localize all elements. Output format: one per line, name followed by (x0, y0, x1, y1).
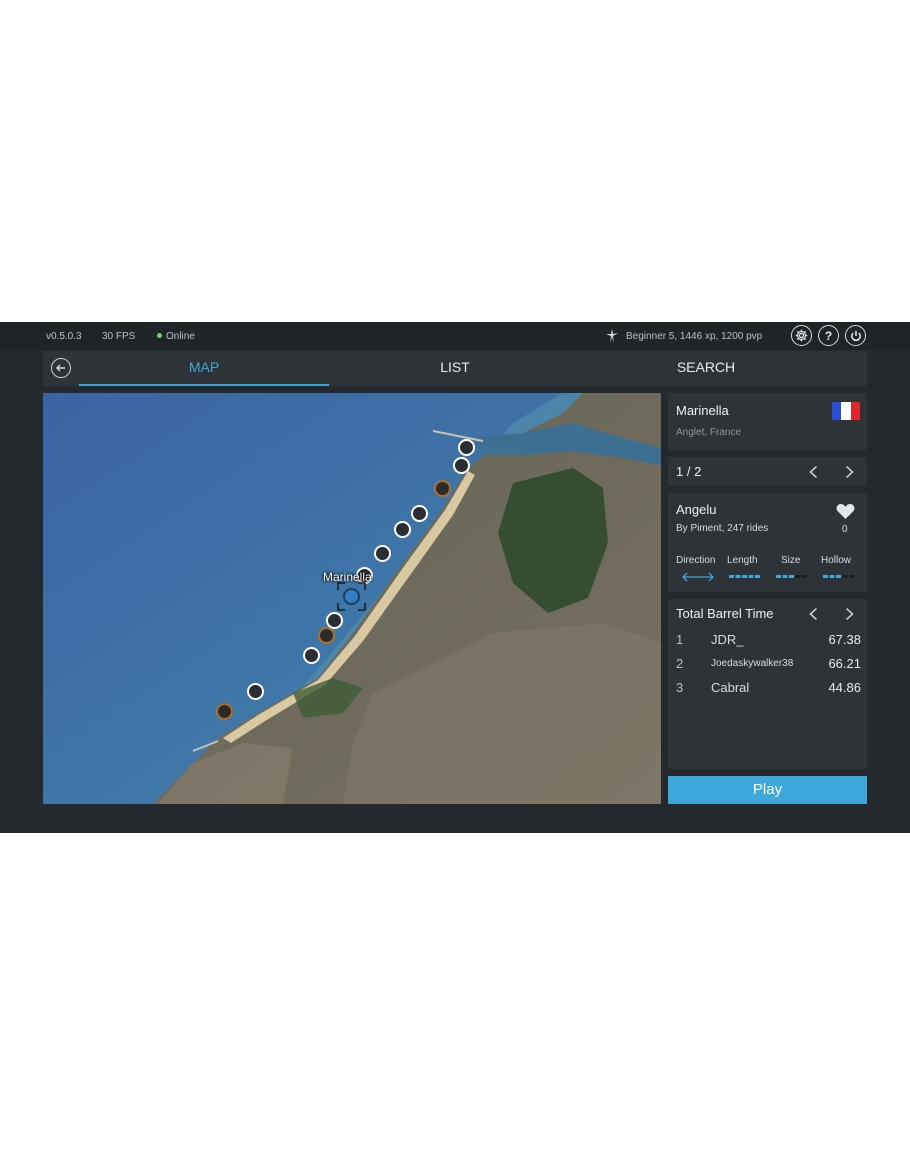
level-segment (735, 575, 741, 578)
map-spot-marker[interactable] (458, 439, 475, 456)
tab-list[interactable]: LIST (330, 351, 580, 386)
level-segment (795, 575, 801, 578)
leaderboard-rank: 3 (676, 680, 684, 695)
help-icon: ? (824, 328, 833, 343)
player-profile: Beginner 5, 1446 xp, 1200 pvp (604, 328, 762, 344)
power-icon (850, 330, 861, 341)
connection-status: Online (157, 331, 195, 342)
level-segment (789, 575, 794, 578)
like-count: 0 (842, 524, 848, 535)
spot-map[interactable]: Marinella (43, 393, 661, 804)
level-segment (748, 575, 754, 578)
size-bar (776, 575, 807, 578)
leaderboard-rank: 2 (676, 656, 684, 671)
play-button[interactable]: Play (668, 776, 867, 804)
level-segment (802, 575, 807, 578)
online-dot-icon (157, 333, 162, 338)
map-spot-marker[interactable] (216, 703, 233, 720)
chevron-right-icon[interactable] (842, 465, 856, 479)
wave-name: Angelu (676, 502, 717, 517)
level-segment (729, 575, 734, 578)
france-flag-icon (832, 402, 860, 420)
tab-map[interactable]: MAP (79, 351, 329, 386)
hollow-bar (823, 575, 854, 578)
direction-both-icon (682, 572, 714, 582)
leaderboard-rank: 1 (676, 632, 684, 647)
surfer-icon (606, 329, 618, 343)
chevron-left-icon[interactable] (807, 607, 821, 621)
wave-pager: 1 / 2 (668, 457, 867, 486)
leaderboard-score: 66.21 (828, 656, 861, 671)
direction-label: Direction (676, 555, 716, 566)
map-spot-marker[interactable] (303, 647, 320, 664)
size-label: Size (781, 555, 801, 566)
hollow-label: Hollow (821, 555, 852, 566)
gear-icon (795, 329, 808, 342)
spot-location: Anglet, France (676, 427, 742, 438)
length-label: Length (727, 555, 758, 566)
leaderboard-player: Cabral (711, 680, 750, 695)
selected-spot-marker[interactable] (343, 588, 360, 605)
status-bar: v0.5.0.3 30 FPS Online Beginner 5, 1446 … (0, 322, 910, 350)
back-arrow-icon (56, 364, 65, 372)
help-button[interactable]: ? (818, 325, 839, 346)
version-label: v0.5.0.3 (46, 331, 82, 342)
level-segment (842, 575, 848, 578)
level-segment (742, 575, 747, 578)
level-segment (829, 575, 835, 578)
power-button[interactable] (845, 325, 866, 346)
leaderboard-row[interactable]: 3 Cabral 44.86 (676, 680, 861, 698)
tab-search[interactable]: SEARCH (581, 351, 831, 386)
leaderboard-player: JDR_ (711, 632, 744, 647)
fps-counter: 30 FPS (102, 331, 136, 342)
level-segment (849, 575, 854, 578)
map-spot-marker[interactable] (318, 627, 335, 644)
leaderboard-score: 67.38 (828, 632, 861, 647)
page-indicator: 1 / 2 (676, 464, 702, 479)
nav-bar: MAP LIST SEARCH (43, 351, 867, 386)
map-spot-marker[interactable] (247, 683, 264, 700)
level-segment (782, 575, 788, 578)
leaderboard-title: Total Barrel Time (676, 606, 774, 621)
back-button[interactable] (51, 358, 71, 378)
heart-icon[interactable] (836, 503, 855, 520)
game-window: v0.5.0.3 30 FPS Online Beginner 5, 1446 … (0, 322, 910, 833)
spot-name: Marinella (676, 403, 729, 418)
wave-author: By Piment, 247 rides (676, 523, 769, 534)
length-bar (729, 575, 760, 578)
settings-button[interactable] (791, 325, 812, 346)
leaderboard-score: 44.86 (828, 680, 861, 695)
chevron-right-icon[interactable] (842, 607, 856, 621)
spot-info-card: Marinella Anglet, France (668, 393, 867, 450)
map-spot-marker[interactable] (411, 505, 428, 522)
level-segment (755, 575, 760, 578)
barrel-leaderboard: Total Barrel Time 1 JDR_ 67.38 2 Joedask… (668, 599, 867, 769)
profile-stats: Beginner 5, 1446 xp, 1200 pvp (626, 330, 763, 342)
map-spot-marker[interactable] (453, 457, 470, 474)
leaderboard-row[interactable]: 2 Joedaskywalker38 66.21 (676, 656, 861, 674)
level-segment (823, 575, 828, 578)
level-segment (776, 575, 781, 578)
leaderboard-row[interactable]: 1 JDR_ 67.38 (676, 632, 861, 650)
wave-info-card: Angelu By Piment, 247 rides 0 Direction … (668, 493, 867, 592)
leaderboard-player: Joedaskywalker38 (711, 658, 794, 669)
connection-label: Online (166, 331, 195, 342)
map-spot-marker[interactable] (374, 545, 391, 562)
map-spot-marker[interactable] (394, 521, 411, 538)
level-segment (836, 575, 841, 578)
chevron-left-icon[interactable] (807, 465, 821, 479)
map-spot-marker[interactable] (434, 480, 451, 497)
